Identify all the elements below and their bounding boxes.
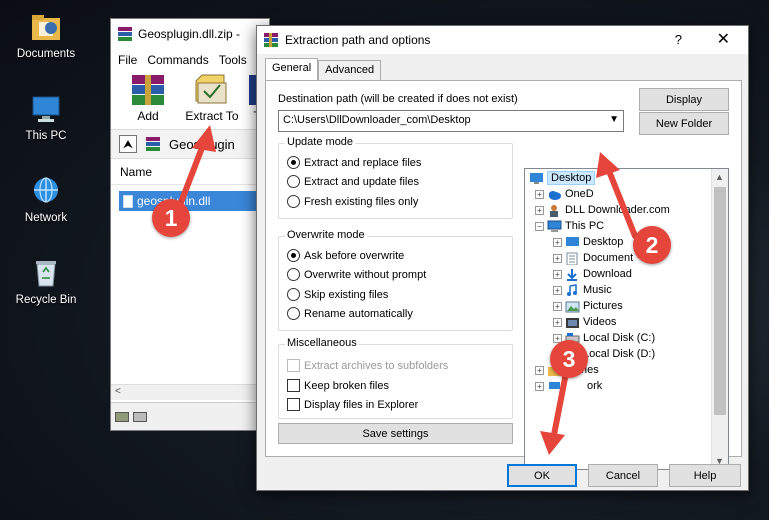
arrow-2: [596, 152, 638, 239]
arrow-3: [540, 370, 569, 455]
annotation-marker-3: 3: [550, 340, 588, 378]
annotation-marker-1: 1: [152, 199, 190, 237]
arrow-1: [177, 125, 216, 208]
annotation-marker-2: 2: [633, 226, 671, 264]
